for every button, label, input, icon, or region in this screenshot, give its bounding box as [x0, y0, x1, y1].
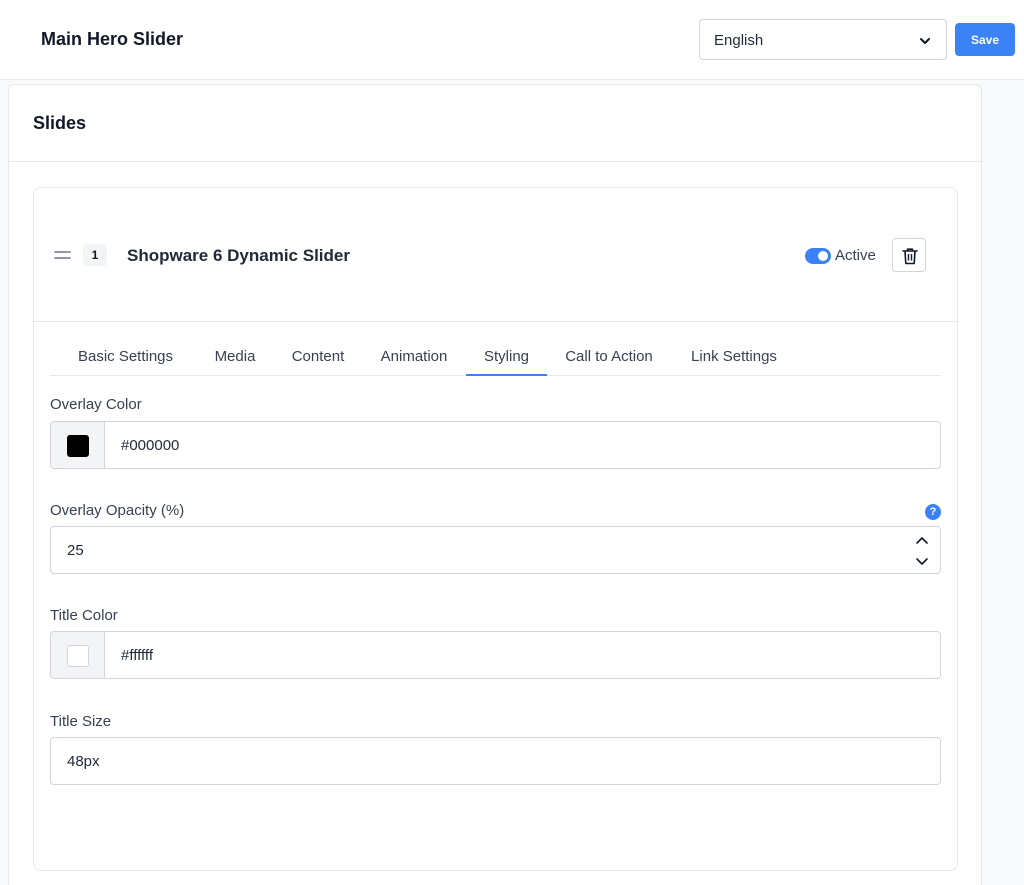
overlay-color-picker[interactable]	[51, 422, 105, 468]
chevron-up-icon	[916, 537, 928, 544]
overlay-color-value: #000000	[121, 437, 180, 454]
tab-content[interactable]: Content	[276, 338, 360, 376]
overlay-color-swatch	[67, 435, 89, 457]
tab-basic-settings[interactable]: Basic Settings	[68, 338, 183, 376]
help-icon[interactable]: ?	[925, 504, 941, 520]
tab-styling[interactable]: Styling	[466, 338, 547, 376]
overlay-color-label: Overlay Color	[50, 396, 142, 413]
settings-tabs: Basic Settings Media Content Animation S…	[50, 338, 941, 376]
tab-media[interactable]: Media	[200, 338, 270, 376]
save-button[interactable]: Save	[955, 23, 1015, 56]
overlay-opacity-value: 25	[67, 542, 84, 559]
chevron-down-icon	[916, 558, 928, 565]
title-size-input[interactable]: 48px	[50, 737, 941, 785]
slide-number-badge: 1	[83, 244, 107, 266]
language-select-value: English	[714, 32, 764, 49]
title-color-value: #ffffff	[121, 647, 153, 664]
page-title: Main Hero Slider	[41, 29, 184, 49]
tab-link-settings[interactable]: Link Settings	[674, 338, 794, 376]
tab-animation[interactable]: Animation	[366, 338, 462, 376]
title-size-value: 48px	[67, 753, 100, 770]
delete-slide-button[interactable]	[892, 238, 926, 272]
slide-card: 1 Shopware 6 Dynamic Slider Active Basic…	[33, 187, 958, 871]
overlay-opacity-label: Overlay Opacity (%)	[50, 502, 185, 519]
title-color-field[interactable]: #ffffff	[50, 631, 941, 679]
active-label: Active	[835, 247, 876, 264]
slide-card-header: 1 Shopware 6 Dynamic Slider Active	[34, 188, 957, 322]
slides-panel: Slides 1 Shopware 6 Dynamic Slider Activ…	[8, 84, 982, 885]
chevron-down-icon	[920, 38, 930, 44]
title-color-picker[interactable]	[51, 632, 105, 678]
top-bar: Main Hero Slider English Save	[0, 0, 1024, 80]
trash-icon	[902, 248, 918, 265]
overlay-color-field[interactable]: #000000	[50, 421, 941, 469]
title-color-label: Title Color	[50, 607, 118, 624]
slides-panel-title: Slides	[33, 113, 87, 133]
drag-handle-icon[interactable]	[54, 250, 71, 260]
title-size-label: Title Size	[50, 713, 112, 730]
title-color-swatch	[67, 645, 89, 667]
active-toggle[interactable]	[805, 248, 831, 264]
slides-panel-header: Slides	[9, 85, 981, 162]
number-stepper[interactable]	[914, 533, 930, 569]
overlay-opacity-input[interactable]: 25	[50, 526, 941, 574]
language-select[interactable]: English	[699, 19, 947, 60]
tab-call-to-action[interactable]: Call to Action	[552, 338, 666, 376]
slide-name: Shopware 6 Dynamic Slider	[127, 246, 350, 265]
